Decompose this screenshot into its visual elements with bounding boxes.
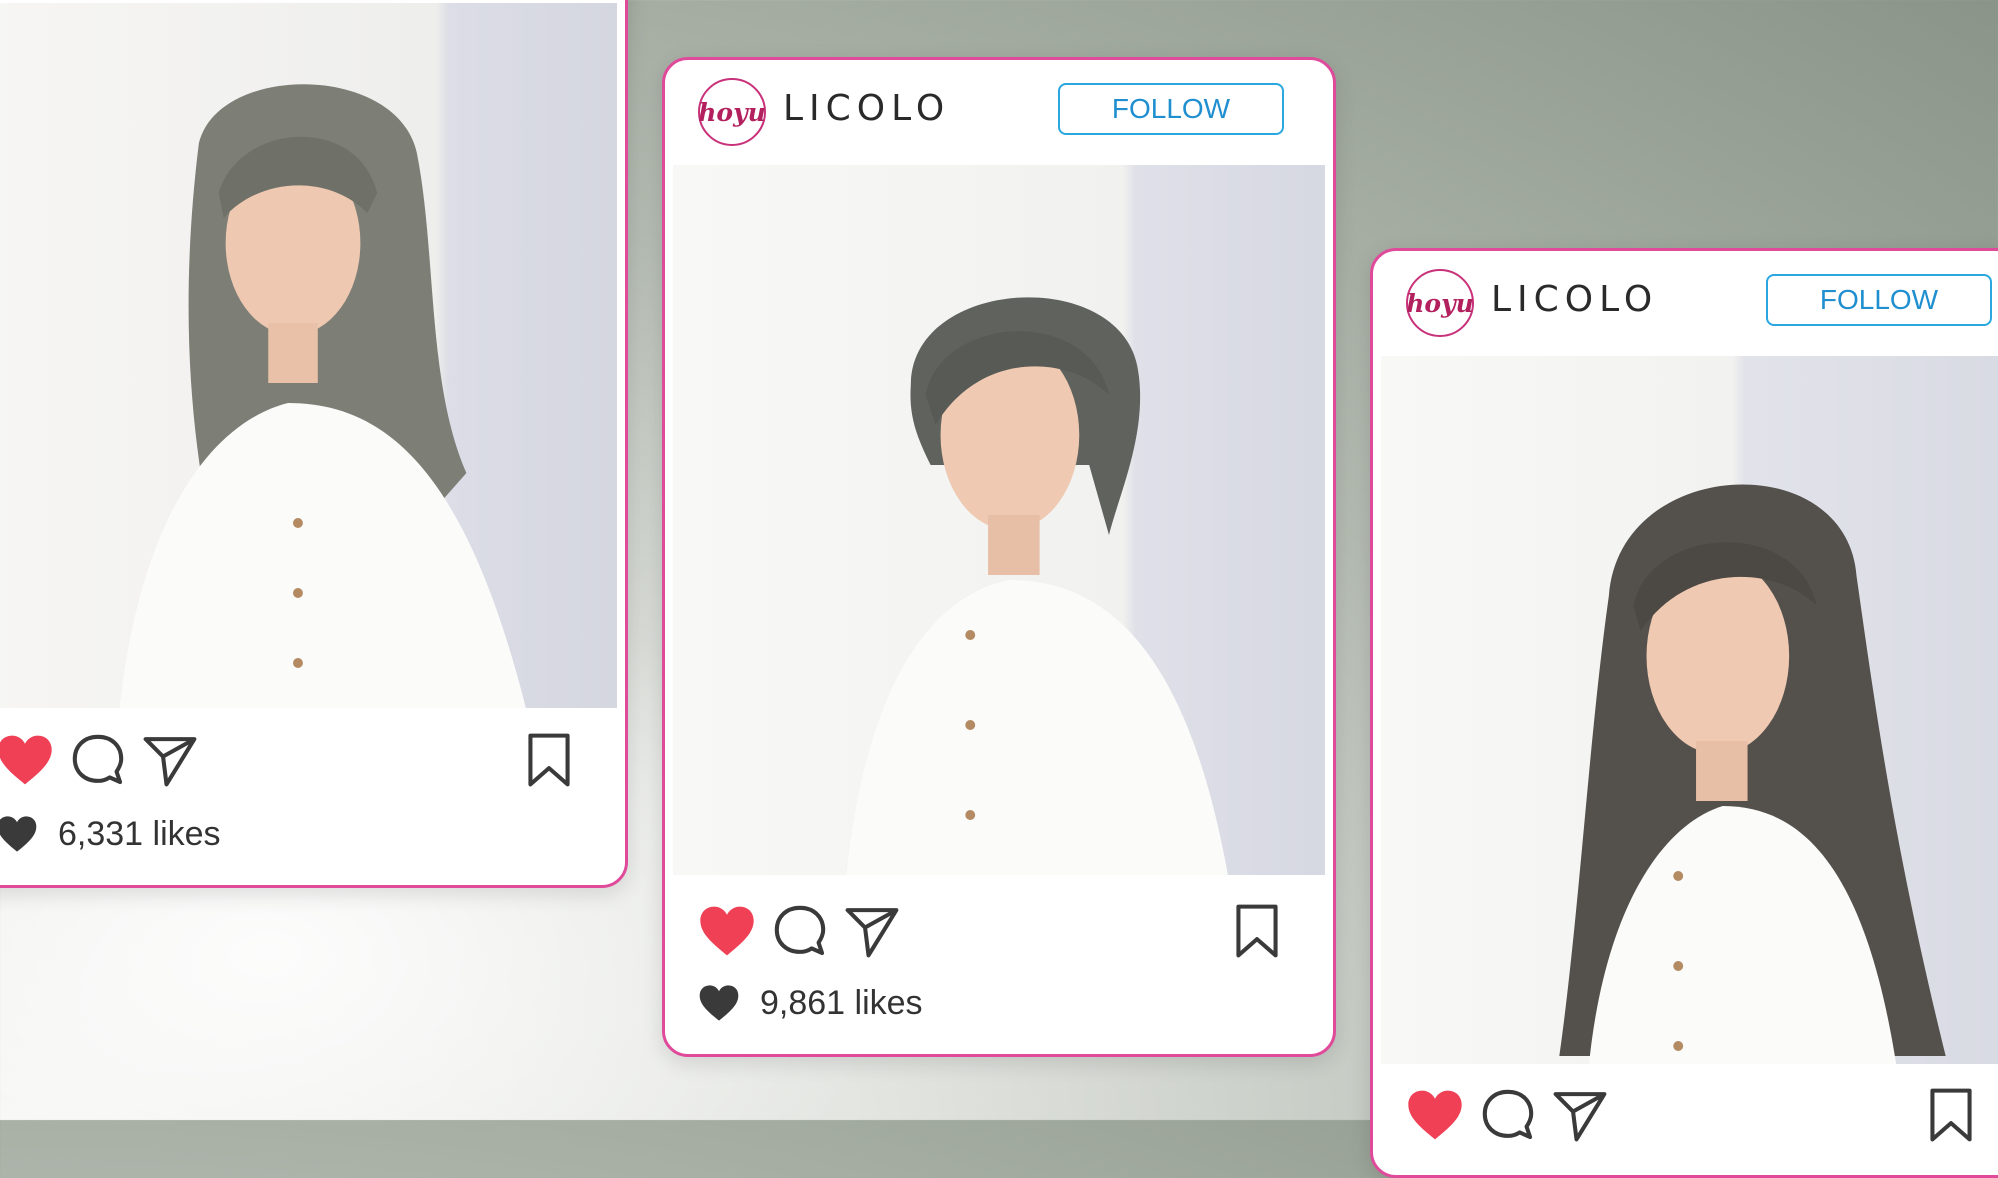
bookmark-icon[interactable] (1925, 1086, 1977, 1144)
post-actions (1373, 1086, 1998, 1146)
bookmark-icon[interactable] (1231, 902, 1283, 960)
likes-text: 6,331 likes (58, 814, 221, 853)
post-photo[interactable] (1381, 356, 1998, 1064)
comment-bubble-icon[interactable] (1479, 1086, 1537, 1144)
post-card-left: 6,331 likes (0, 0, 628, 888)
paper-plane-icon[interactable] (1551, 1086, 1609, 1144)
post-header: hoyu LICOLO FOLLOW (1373, 251, 1998, 356)
brand-logo[interactable]: hoyu (698, 78, 766, 146)
follow-button[interactable]: FOLLOW (1058, 83, 1284, 135)
post-card-right: hoyu LICOLO FOLLOW (1370, 248, 1998, 1178)
post-actions (0, 731, 625, 791)
follow-button[interactable]: FOLLOW (1766, 274, 1992, 326)
like-heart-icon[interactable] (1406, 1086, 1464, 1144)
paper-plane-icon[interactable] (843, 902, 901, 960)
brand-name[interactable]: LICOLO (1491, 279, 1658, 320)
likes-count: 9,861 likes (698, 980, 923, 1026)
like-heart-icon[interactable] (698, 902, 756, 960)
likes-text: 9,861 likes (760, 983, 923, 1022)
post-card-center: hoyu LICOLO FOLLOW 9,861 likes (662, 57, 1336, 1057)
likes-count: 6,331 likes (0, 811, 221, 857)
brand-name[interactable]: LICOLO (783, 88, 950, 129)
heart-filled-icon (698, 983, 740, 1023)
comment-bubble-icon[interactable] (771, 902, 829, 960)
post-header: hoyu LICOLO FOLLOW (665, 60, 1333, 165)
post-photo[interactable] (0, 3, 617, 708)
post-photo[interactable] (673, 165, 1325, 875)
heart-filled-icon (0, 814, 38, 854)
bookmark-icon[interactable] (523, 731, 575, 789)
like-heart-icon[interactable] (0, 731, 54, 789)
paper-plane-icon[interactable] (141, 731, 199, 789)
comment-bubble-icon[interactable] (69, 731, 127, 789)
post-actions (665, 902, 1333, 962)
brand-logo[interactable]: hoyu (1406, 269, 1474, 337)
